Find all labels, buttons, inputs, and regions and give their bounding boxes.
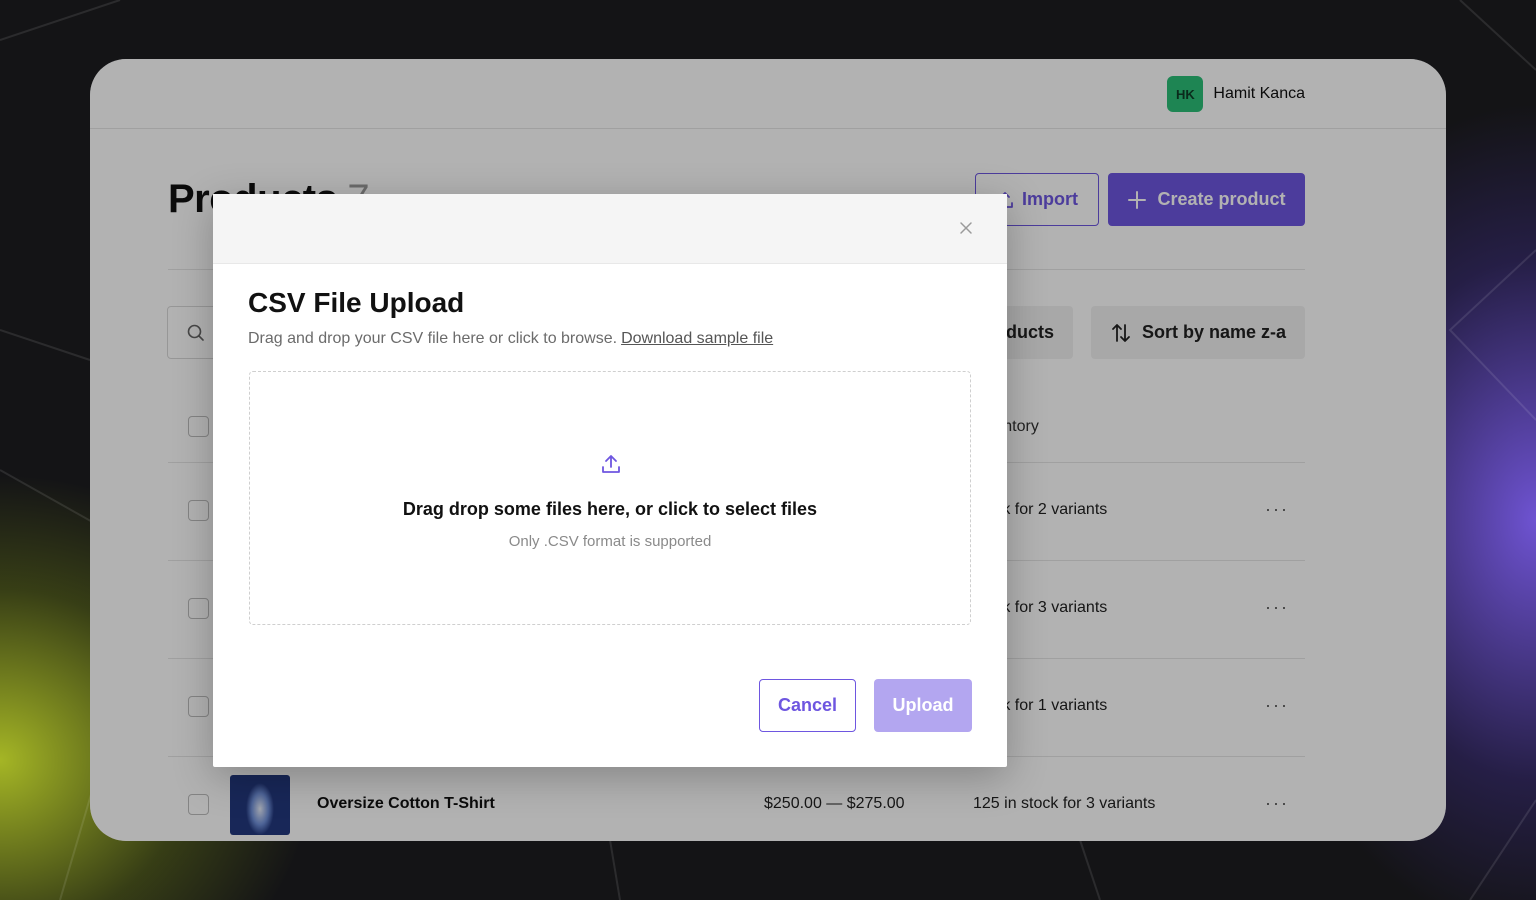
cancel-button[interactable]: Cancel xyxy=(759,679,856,732)
modal-description: Drag and drop your CSV file here or clic… xyxy=(248,330,773,348)
upload-label: Upload xyxy=(892,695,954,715)
modal-header xyxy=(213,194,1007,264)
cancel-label: Cancel xyxy=(777,695,838,715)
file-dropzone[interactable]: Drag drop some files here, or click to s… xyxy=(249,371,971,625)
dropzone-instructions: Drag drop some files here, or click to s… xyxy=(402,499,818,519)
close-icon[interactable] xyxy=(959,221,973,235)
dropzone-format-hint: Only .CSV format is supported xyxy=(508,533,712,550)
upload-button[interactable]: Upload xyxy=(874,679,972,732)
download-sample-link[interactable]: Download sample file xyxy=(621,330,773,347)
modal-description-text: Drag and drop your CSV file here or clic… xyxy=(248,330,618,347)
modal-title: CSV File Upload xyxy=(248,287,465,318)
csv-upload-modal: CSV File Upload Drag and drop your CSV f… xyxy=(213,194,1007,767)
upload-icon xyxy=(602,455,620,473)
